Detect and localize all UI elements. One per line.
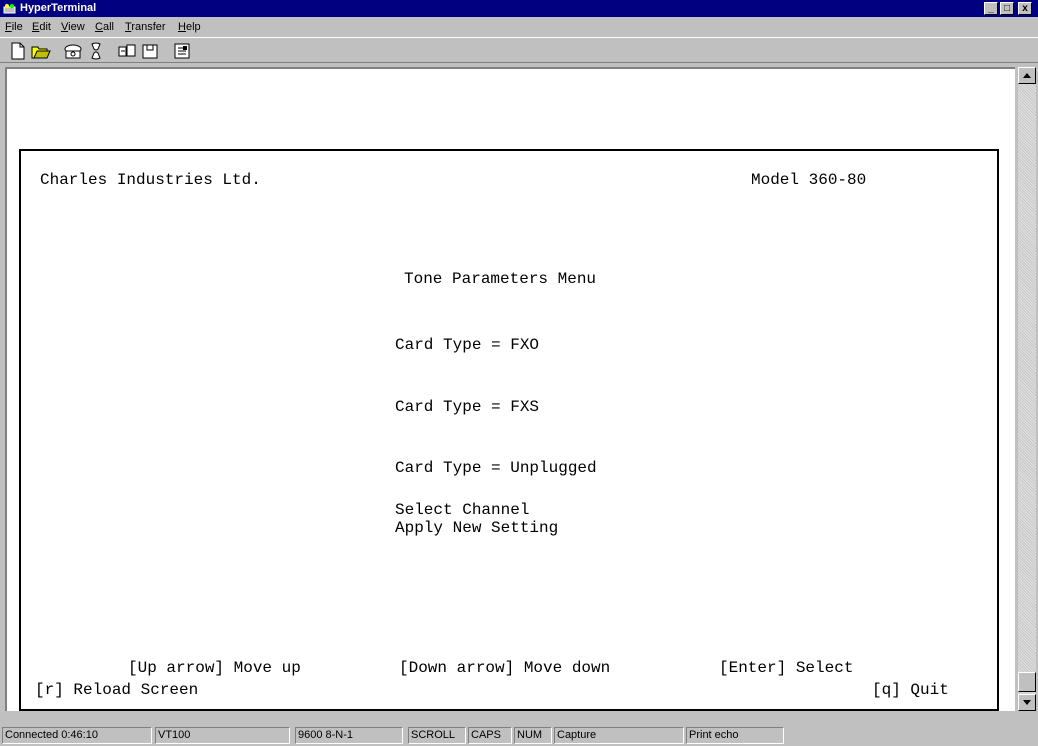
option-card-type-unplugged[interactable]: Card Type = Unplugged bbox=[395, 459, 597, 477]
model-name: Model 360-80 bbox=[751, 171, 867, 189]
status-capture: Capture bbox=[554, 727, 684, 744]
scroll-up-icon[interactable] bbox=[1018, 67, 1036, 84]
status-connected: Connected 0:46:10 bbox=[2, 727, 152, 744]
status-port-settings: 9600 8-N-1 bbox=[295, 727, 403, 744]
menu-file[interactable]: File bbox=[5, 20, 23, 34]
option-card-type-fxo[interactable]: Card Type = FXO bbox=[395, 336, 539, 354]
option-card-type-fxs[interactable]: Card Type = FXS bbox=[395, 398, 539, 416]
window-title: HyperTerminal bbox=[20, 2, 97, 14]
minimize-button[interactable]: _ bbox=[984, 2, 998, 15]
status-emulation: VT100 bbox=[155, 727, 290, 744]
receive-icon[interactable] bbox=[139, 41, 161, 61]
company-name: Charles Industries Ltd. bbox=[40, 171, 261, 189]
status-scroll: SCROLL bbox=[408, 727, 466, 744]
properties-icon[interactable] bbox=[171, 41, 193, 61]
maximize-button[interactable]: □ bbox=[1000, 2, 1014, 15]
option-select-channel[interactable]: Select Channel bbox=[395, 501, 529, 519]
help-reload: [r] Reload Screen bbox=[35, 681, 199, 699]
status-caps: CAPS bbox=[468, 727, 512, 744]
menu-edit[interactable]: Edit bbox=[32, 20, 51, 34]
terminal-screen-frame bbox=[19, 149, 999, 711]
terminal-area[interactable]: Charles Industries Ltd. Model 360-80 Ton… bbox=[5, 67, 1015, 711]
toolbar bbox=[0, 37, 1038, 63]
send-icon[interactable] bbox=[116, 41, 138, 61]
open-icon[interactable] bbox=[30, 41, 52, 61]
menu-transfer[interactable]: Transfer bbox=[125, 20, 166, 34]
help-quit: [q] Quit bbox=[872, 681, 949, 699]
hyperterminal-icon bbox=[3, 2, 16, 15]
new-icon[interactable] bbox=[7, 41, 29, 61]
help-move-down: [Down arrow] Move down bbox=[399, 659, 611, 677]
menu-title: Tone Parameters Menu bbox=[404, 270, 597, 288]
scroll-down-icon[interactable] bbox=[1018, 694, 1036, 711]
status-print-echo: Print echo bbox=[686, 727, 784, 744]
menu-help[interactable]: Help bbox=[178, 20, 201, 34]
scroll-thumb[interactable] bbox=[1018, 672, 1036, 692]
menu-bar: File Edit View Call Transfer Help bbox=[0, 18, 1038, 36]
connect-icon[interactable] bbox=[62, 41, 84, 61]
close-button[interactable]: x bbox=[1018, 2, 1032, 15]
help-move-up: [Up arrow] Move up bbox=[128, 659, 301, 677]
disconnect-icon[interactable] bbox=[85, 41, 107, 61]
vertical-scrollbar[interactable] bbox=[1018, 67, 1036, 711]
status-num: NUM bbox=[514, 727, 552, 744]
menu-call[interactable]: Call bbox=[95, 20, 114, 34]
option-apply-new-setting[interactable]: Apply New Setting bbox=[395, 519, 558, 537]
title-bar: HyperTerminal _ □ x bbox=[0, 0, 1038, 17]
status-bar: Connected 0:46:10 VT100 9600 8-N-1 SCROL… bbox=[0, 725, 1038, 746]
help-select: [Enter] Select bbox=[719, 659, 854, 677]
menu-view[interactable]: View bbox=[61, 20, 85, 34]
